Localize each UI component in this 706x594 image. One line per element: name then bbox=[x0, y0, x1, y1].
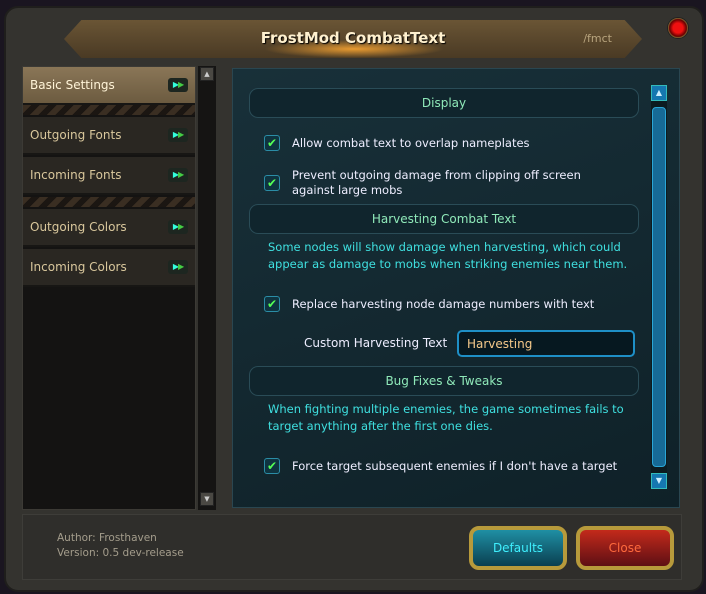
sidebar-item-label: Outgoing Fonts bbox=[30, 128, 122, 142]
sidebar-item-label: Incoming Fonts bbox=[30, 168, 122, 182]
content-scrollbar[interactable]: ▲ ▼ bbox=[651, 85, 667, 489]
slash-command: /fmct bbox=[583, 32, 612, 45]
scroll-down-icon[interactable]: ▼ bbox=[200, 492, 214, 506]
sidebar-item-label: Outgoing Colors bbox=[30, 220, 127, 234]
double-arrow-icon: ▶▶ bbox=[168, 128, 188, 142]
scroll-down-icon[interactable]: ▼ bbox=[651, 473, 667, 489]
version-text: Version: 0.5 dev-release bbox=[57, 547, 184, 559]
divider bbox=[23, 105, 195, 115]
author-text: Author: Frosthaven bbox=[57, 532, 157, 544]
option-label: Force target subsequent enemies if I don… bbox=[292, 459, 618, 473]
sidebar-item-incoming-fonts[interactable]: Incoming Fonts ▶▶ bbox=[23, 157, 195, 195]
section-header-bugfixes: Bug Fixes & Tweaks bbox=[249, 366, 639, 396]
harvesting-description: Some nodes will show damage when harvest… bbox=[268, 240, 628, 271]
settings-panel: Display ✔ Allow combat text to overlap n… bbox=[232, 68, 680, 508]
sidebar-item-incoming-colors[interactable]: Incoming Colors ▶▶ bbox=[23, 249, 195, 287]
defaults-button[interactable]: Defaults bbox=[469, 526, 567, 570]
window-title: FrostMod CombatText bbox=[260, 29, 446, 47]
double-arrow-icon: ▶▶ bbox=[168, 220, 188, 234]
footer: Author: Frosthaven Version: 0.5 dev-rele… bbox=[22, 514, 682, 580]
double-arrow-icon: ▶▶ bbox=[168, 168, 188, 182]
bugfixes-description: When fighting multiple enemies, the game… bbox=[268, 402, 624, 433]
divider bbox=[23, 197, 195, 207]
option-label: Prevent outgoing damage from clipping of… bbox=[292, 168, 581, 197]
option-label: Allow combat text to overlap nameplates bbox=[292, 136, 530, 150]
checkbox-prevent-clipping[interactable]: ✔ bbox=[264, 175, 280, 191]
title-bar[interactable]: FrostMod CombatText /fmct bbox=[64, 20, 642, 58]
sidebar-item-basic-settings[interactable]: Basic Settings ▶▶ bbox=[23, 67, 195, 105]
scroll-up-icon[interactable]: ▲ bbox=[200, 67, 214, 81]
custom-harvesting-input[interactable] bbox=[457, 330, 635, 357]
double-arrow-icon: ▶▶ bbox=[168, 260, 188, 274]
checkbox-replace-harvesting[interactable]: ✔ bbox=[264, 296, 280, 312]
sidebar-item-label: Basic Settings bbox=[30, 78, 115, 92]
scroll-thumb[interactable] bbox=[652, 107, 666, 467]
close-button[interactable]: Close bbox=[576, 526, 674, 570]
sidebar-item-outgoing-colors[interactable]: Outgoing Colors ▶▶ bbox=[23, 209, 195, 247]
custom-harvesting-label: Custom Harvesting Text bbox=[304, 336, 448, 350]
checkbox-overlap-nameplates[interactable]: ✔ bbox=[264, 135, 280, 151]
sidebar: Basic Settings ▶▶ Outgoing Fonts ▶▶ Incomi… bbox=[22, 66, 196, 510]
scroll-up-icon[interactable]: ▲ bbox=[651, 85, 667, 101]
sidebar-scrollbar[interactable]: ▲ ▼ bbox=[198, 66, 216, 510]
window-close-button[interactable] bbox=[667, 17, 689, 39]
section-header-display: Display bbox=[249, 88, 639, 118]
sidebar-item-outgoing-fonts[interactable]: Outgoing Fonts ▶▶ bbox=[23, 117, 195, 155]
double-arrow-icon: ▶▶ bbox=[168, 78, 188, 92]
sidebar-item-label: Incoming Colors bbox=[30, 260, 127, 274]
checkbox-force-target[interactable]: ✔ bbox=[264, 458, 280, 474]
option-label: Replace harvesting node damage numbers w… bbox=[292, 297, 595, 311]
section-header-harvesting: Harvesting Combat Text bbox=[249, 204, 639, 234]
